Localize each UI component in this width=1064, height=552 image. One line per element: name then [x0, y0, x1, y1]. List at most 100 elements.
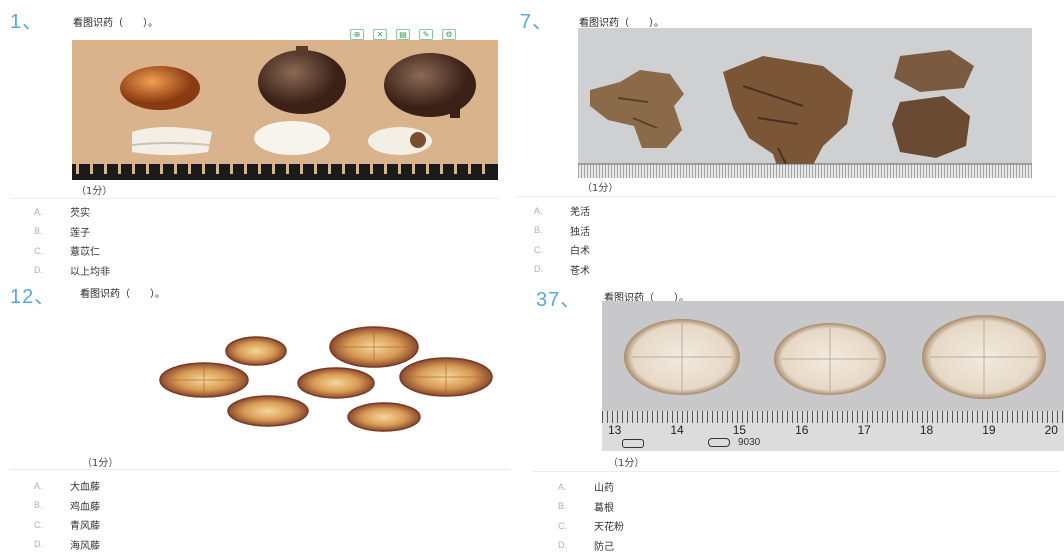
option-text: 羌活	[570, 207, 590, 219]
question-title: 看图识药（ ）。	[73, 18, 158, 29]
question-number: 12、	[10, 286, 56, 308]
option-text: 大血藤	[70, 482, 100, 494]
ruler	[578, 164, 1032, 178]
divider	[516, 196, 1056, 197]
ruler-number: 17	[857, 423, 871, 437]
option-key: D.	[34, 539, 43, 550]
option-key: A.	[534, 205, 543, 216]
option-key: D.	[34, 265, 43, 276]
zoom-icon[interactable]: ⊕	[350, 29, 364, 40]
question-card-1: 1、 看图识药（ ）。 ⊕ ✕ ▤ ✎ ⚙ （1分） A. 芡实 B. 莲子 C…	[0, 0, 505, 276]
option-text: 防己	[594, 541, 614, 552]
option-text: 白术	[570, 246, 590, 258]
question-image[interactable]	[78, 299, 518, 449]
option-text: 芡实	[70, 208, 90, 220]
option-key: B.	[34, 226, 43, 237]
divider	[532, 471, 1060, 472]
edit-icon[interactable]: ✎	[419, 29, 433, 40]
option-key: B.	[558, 501, 567, 512]
option-text: 苍术	[570, 265, 590, 276]
option-text: 海风藤	[70, 540, 100, 552]
question-number: 1、	[10, 11, 44, 33]
save-icon[interactable]: ▤	[396, 29, 410, 40]
ruler: 13 14 15 16 17 18 19 20 9030	[602, 411, 1064, 451]
option-a[interactable]: A. 大血藤	[34, 476, 100, 496]
ruler-logo-icon	[708, 437, 730, 447]
option-key: C.	[534, 244, 543, 255]
divider	[10, 198, 500, 199]
seed-photo	[72, 46, 498, 180]
option-d[interactable]: D. 以上均非	[34, 261, 110, 276]
option-key: D.	[534, 264, 543, 275]
option-b[interactable]: B. 鸡血藤	[34, 496, 100, 516]
ruler-number: 18	[919, 423, 934, 437]
stem-slices-photo	[159, 326, 493, 432]
root-photo	[578, 50, 1032, 178]
option-a[interactable]: A. 芡实	[34, 202, 110, 222]
option-c[interactable]: C. 青风藤	[34, 515, 100, 535]
option-text: 莲子	[70, 227, 90, 239]
option-key: B.	[534, 225, 543, 236]
question-score: （1分）	[582, 183, 619, 194]
question-title: 看图识药（ ）。	[80, 289, 165, 300]
option-text: 以上均非	[70, 266, 110, 276]
option-text: 山药	[594, 483, 614, 495]
option-key: C.	[558, 520, 567, 531]
option-key: A.	[34, 480, 43, 491]
question-card-37: 37、 看图识药（ ）。 13 14 15 16 17 18 19 20 903…	[528, 277, 1064, 552]
question-title: 看图识药（ ）。	[579, 18, 664, 29]
ruler-number: 13	[608, 423, 622, 437]
ruler-number: 14	[670, 423, 684, 437]
ruler-code-label: 9030	[708, 437, 760, 448]
option-text: 青风藤	[70, 521, 100, 533]
option-key: A.	[558, 481, 567, 492]
ruler-number: 19	[982, 423, 996, 437]
option-text: 薏苡仁	[70, 247, 100, 259]
option-d[interactable]: D. 苍术	[534, 260, 590, 276]
option-b[interactable]: B. 葛根	[558, 497, 624, 517]
option-b[interactable]: B. 莲子	[34, 222, 110, 242]
options-list: A. 大血藤 B. 鸡血藤 C. 青风藤 D. 海风藤	[34, 476, 100, 552]
option-key: C.	[34, 245, 43, 256]
option-b[interactable]: B. 独活	[534, 221, 590, 241]
options-list: A. 羌活 B. 独活 C. 白术 D. 苍术	[534, 201, 590, 276]
question-score: （1分）	[608, 458, 645, 469]
options-list: A. 芡实 B. 莲子 C. 薏苡仁 D. 以上均非	[34, 202, 110, 276]
divider	[10, 469, 510, 470]
question-score: （1分）	[76, 186, 113, 197]
option-c[interactable]: C. 天花粉	[558, 516, 624, 536]
ruler-code: 9030	[738, 437, 761, 448]
option-text: 天花粉	[594, 522, 624, 534]
ruler-numbers: 13 14 15 16 17 18 19 20	[608, 423, 1058, 437]
ruler-number: 16	[795, 423, 809, 437]
option-c[interactable]: C. 白术	[534, 240, 590, 260]
options-list: A. 山药 B. 葛根 C. 天花粉 D. 防己	[558, 477, 624, 552]
root-slices-photo	[624, 315, 1046, 399]
option-key: B.	[34, 500, 43, 511]
question-image[interactable]: 13 14 15 16 17 18 19 20 9030	[602, 301, 1064, 451]
question-score: （1分）	[82, 458, 119, 469]
option-a[interactable]: A. 羌活	[534, 201, 590, 221]
ruler-mark-icon	[622, 439, 644, 448]
settings-icon[interactable]: ⚙	[442, 29, 456, 40]
option-a[interactable]: A. 山药	[558, 477, 624, 497]
option-text: 葛根	[594, 502, 614, 514]
question-image[interactable]	[578, 28, 1032, 178]
option-key: A.	[34, 206, 43, 217]
option-c[interactable]: C. 薏苡仁	[34, 241, 110, 261]
option-key: C.	[34, 519, 43, 530]
question-image[interactable]	[72, 40, 498, 180]
question-card-12: 12、 看图识药（ ）。 （1分） A. 大血藤 B. 鸡血藤 C. 青风藤 D…	[0, 277, 520, 552]
option-key: D.	[558, 540, 567, 551]
fullscreen-icon[interactable]: ✕	[373, 29, 387, 40]
question-number: 37、	[536, 289, 582, 311]
image-toolbar: ⊕ ✕ ▤ ✎ ⚙	[350, 29, 456, 40]
ruler-number: 20	[1044, 423, 1058, 437]
ruler-number: 15	[732, 423, 747, 437]
option-d[interactable]: D. 防己	[558, 536, 624, 552]
option-d[interactable]: D. 海风藤	[34, 535, 100, 552]
option-text: 独活	[570, 226, 590, 238]
question-card-7: 7、 看图识药（ ）。 （1分） A. 羌活 B. 独活 C. 白术 D. 苍术	[512, 0, 1064, 276]
option-text: 鸡血藤	[70, 501, 100, 513]
question-number: 7、	[520, 11, 554, 33]
